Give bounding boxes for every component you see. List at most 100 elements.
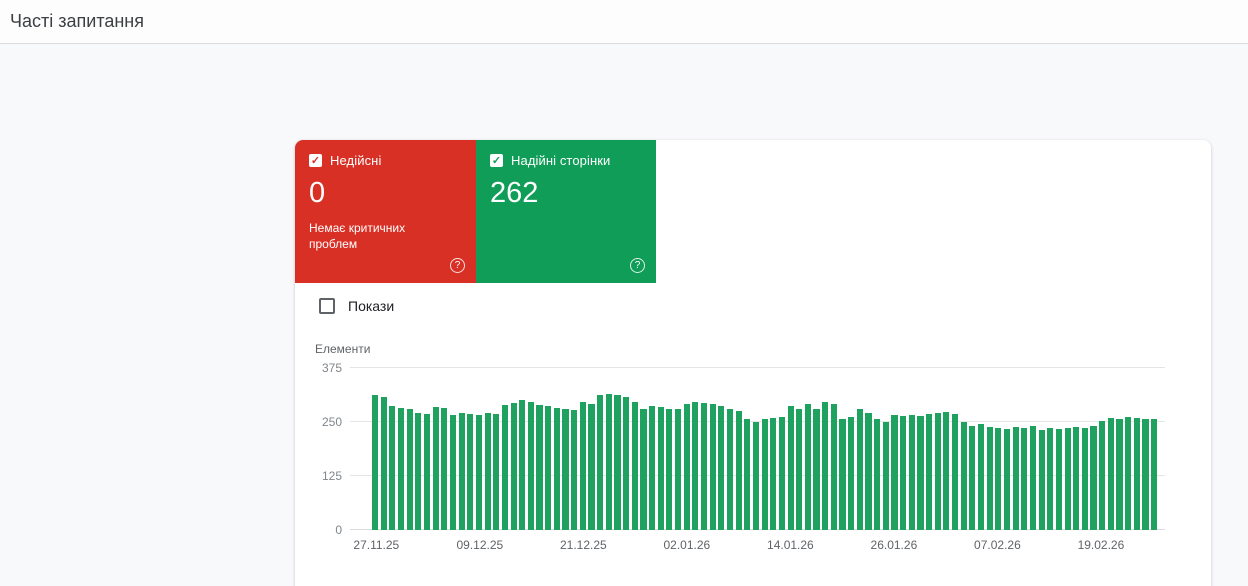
chart-bar[interactable]	[519, 399, 526, 530]
chart-bar[interactable]	[1133, 418, 1140, 530]
chart-bar[interactable]	[1107, 418, 1114, 530]
chart-bar[interactable]	[804, 404, 811, 530]
chart-bar[interactable]	[735, 410, 742, 530]
chart-bar[interactable]	[458, 413, 465, 530]
chart-bar[interactable]	[1142, 419, 1149, 530]
chart-bar[interactable]	[830, 404, 837, 530]
chart-bar[interactable]	[770, 418, 777, 530]
valid-card[interactable]: ✓ Надійні сторінки 262 ?	[476, 140, 656, 283]
chart-bar[interactable]	[510, 403, 517, 530]
impressions-toggle[interactable]: Покази	[319, 298, 394, 314]
chart-bar[interactable]	[761, 419, 768, 530]
invalid-card[interactable]: ✓ Недійсні 0 Немає критичних проблем ?	[295, 140, 476, 283]
impressions-checkbox[interactable]	[319, 298, 335, 314]
chart-bar[interactable]	[1064, 428, 1071, 530]
chart-bar[interactable]	[536, 404, 543, 530]
chart-bar[interactable]	[597, 395, 604, 530]
chart-bar[interactable]	[475, 415, 483, 530]
chart-bar[interactable]	[432, 407, 439, 530]
chart-bar[interactable]	[423, 414, 431, 530]
chart-bar[interactable]	[778, 417, 785, 530]
chart-bar[interactable]	[960, 421, 967, 530]
chart-bar[interactable]	[752, 421, 760, 530]
chart-bar[interactable]	[631, 402, 638, 530]
chart-bar[interactable]	[1038, 430, 1045, 530]
chart-bar[interactable]	[588, 403, 595, 530]
chart-bar[interactable]	[726, 408, 734, 530]
chart-bar[interactable]	[623, 396, 630, 530]
chart-bar[interactable]	[796, 408, 803, 530]
chart-bar[interactable]	[1081, 428, 1088, 530]
chart-bar[interactable]	[1029, 425, 1037, 530]
chart-bar[interactable]	[380, 396, 387, 530]
chart-bar[interactable]	[882, 421, 889, 530]
chart-bar[interactable]	[700, 402, 708, 530]
chart-bar[interactable]	[649, 406, 656, 530]
chart-bar[interactable]	[441, 408, 448, 530]
chart-bar[interactable]	[917, 416, 924, 530]
chart-bar[interactable]	[683, 404, 690, 530]
chart-bar[interactable]	[1012, 426, 1019, 530]
help-icon[interactable]: ?	[450, 258, 465, 273]
chart-bar[interactable]	[969, 425, 976, 530]
chart-bar[interactable]	[657, 407, 664, 530]
chart-bar[interactable]	[1090, 425, 1097, 530]
chart-bar[interactable]	[822, 402, 829, 530]
chart-bar[interactable]	[787, 406, 794, 530]
chart-bar[interactable]	[1116, 419, 1123, 530]
chart-bar[interactable]	[605, 393, 612, 530]
chart-bar[interactable]	[977, 423, 985, 530]
chart-bar[interactable]	[1151, 418, 1158, 530]
chart-bar[interactable]	[926, 413, 933, 530]
chart-bar[interactable]	[1055, 429, 1062, 530]
chart-bar[interactable]	[562, 408, 569, 530]
chart-bar[interactable]	[744, 419, 751, 530]
chart-bar[interactable]	[449, 415, 457, 530]
invalid-count: 0	[309, 177, 326, 209]
help-icon[interactable]: ?	[630, 258, 645, 273]
chart-bar[interactable]	[527, 402, 534, 530]
chart-bar[interactable]	[874, 419, 881, 530]
chart-bar[interactable]	[571, 409, 578, 530]
chart-bar[interactable]	[501, 404, 508, 530]
chart-bar[interactable]	[848, 417, 855, 530]
chart-bar[interactable]	[1099, 420, 1106, 530]
chart-bar[interactable]	[666, 408, 673, 530]
chart-bar[interactable]	[467, 414, 474, 530]
chart-bar[interactable]	[674, 409, 682, 530]
chart-bar[interactable]	[839, 419, 846, 530]
chart-bar[interactable]	[934, 412, 941, 530]
chart-bar[interactable]	[372, 395, 379, 530]
chart-bar[interactable]	[856, 408, 863, 530]
chart-bar[interactable]	[406, 409, 413, 530]
chart-bar[interactable]	[484, 412, 491, 530]
chart-bar[interactable]	[640, 408, 647, 530]
chart-bar[interactable]	[389, 405, 396, 530]
chart-bar[interactable]	[891, 415, 898, 530]
chart-bar[interactable]	[865, 412, 872, 530]
invalid-checkbox[interactable]: ✓	[309, 154, 322, 167]
chart-bar[interactable]	[951, 413, 959, 530]
chart-bar[interactable]	[579, 402, 586, 530]
chart-bar[interactable]	[1021, 428, 1028, 530]
chart-bar[interactable]	[986, 426, 993, 530]
chart-bar[interactable]	[995, 428, 1002, 530]
chart-bar[interactable]	[397, 407, 405, 530]
valid-checkbox[interactable]: ✓	[490, 154, 503, 167]
chart-bar[interactable]	[718, 406, 725, 530]
chart-bar[interactable]	[1003, 429, 1011, 530]
chart-bar[interactable]	[692, 402, 699, 530]
chart-bar[interactable]	[493, 414, 500, 530]
chart-bar[interactable]	[1125, 417, 1132, 530]
chart-bar[interactable]	[553, 407, 560, 530]
chart-bar[interactable]	[709, 404, 716, 530]
chart-bar[interactable]	[415, 412, 422, 530]
chart-bar[interactable]	[900, 416, 907, 530]
chart-bar[interactable]	[943, 412, 950, 530]
chart-bar[interactable]	[614, 394, 621, 530]
chart-bar[interactable]	[908, 415, 915, 530]
chart-bar[interactable]	[1047, 427, 1054, 530]
chart-bar[interactable]	[813, 409, 820, 530]
chart-bar[interactable]	[1073, 426, 1080, 530]
chart-bar[interactable]	[545, 406, 552, 530]
